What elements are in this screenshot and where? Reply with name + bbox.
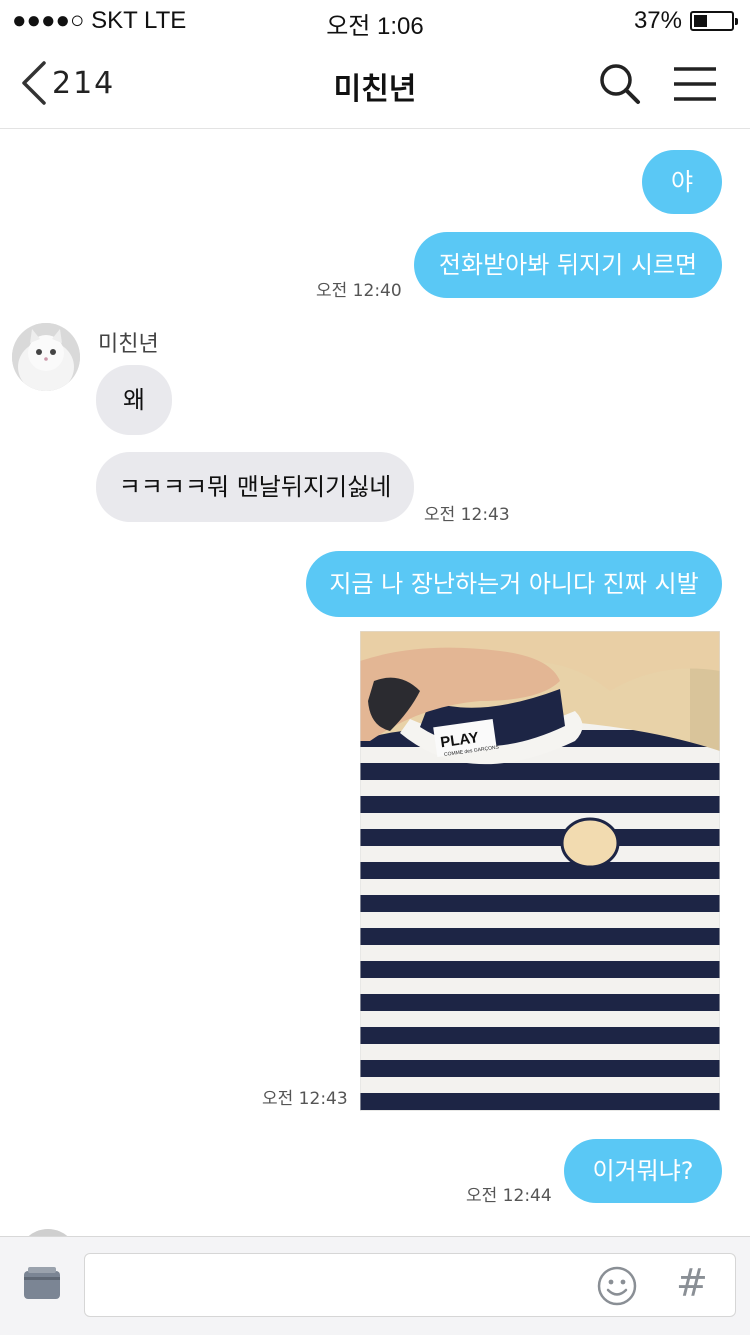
message-timestamp: 오전 12:40 xyxy=(316,281,402,301)
message-timestamp: 오전 12:43 xyxy=(424,505,510,525)
hashtag-button[interactable]: # xyxy=(676,1261,708,1305)
message-bubble-incoming[interactable]: ㅋㅋㅋㅋ뭐 맨날뒤지기싫네 xyxy=(96,452,414,522)
message-bubble-outgoing[interactable]: 지금 나 장난하는거 아니다 진짜 시발 xyxy=(306,551,722,617)
avatar[interactable] xyxy=(12,323,80,391)
message-input-bar: # xyxy=(0,1236,750,1335)
chat-header: 214 미친년 xyxy=(0,40,750,129)
battery-fill xyxy=(694,15,707,27)
battery-status: 37% xyxy=(633,7,738,35)
status-bar: ●●●●○ SKT LTE 오전 1:06 37% xyxy=(0,0,750,40)
battery-percent: 37% xyxy=(633,7,682,34)
menu-button[interactable] xyxy=(672,66,718,106)
message-timestamp: 오전 12:43 xyxy=(262,1089,348,1109)
message-list[interactable]: 야 전화받아봐 뒤지기 시르면 오전 12:40 미친년 왜 ㅋㅋㅋㅋ뭐 맨날뒤… xyxy=(0,129,750,1236)
hamburger-menu-icon xyxy=(674,67,716,101)
sender-name: 미친년 xyxy=(98,332,159,357)
message-bubble-incoming[interactable]: 왜 xyxy=(96,365,172,435)
avatar[interactable] xyxy=(18,1229,78,1236)
search-icon xyxy=(600,64,640,104)
message-input[interactable] xyxy=(84,1253,736,1317)
message-bubble-outgoing[interactable]: 전화받아봐 뒤지기 시르면 xyxy=(414,232,722,298)
message-timestamp: 오전 12:44 xyxy=(466,1186,552,1206)
folder-icon xyxy=(24,1267,60,1299)
search-button[interactable] xyxy=(598,62,642,110)
smiley-icon xyxy=(597,1266,637,1306)
emoji-button[interactable] xyxy=(596,1265,638,1311)
battery-icon xyxy=(690,11,738,31)
photo-message[interactable]: PLAY COMME des GARÇONS xyxy=(360,631,720,1111)
message-bubble-outgoing[interactable]: 야 xyxy=(642,150,722,214)
message-bubble-outgoing[interactable]: 이거뭐냐? xyxy=(564,1139,722,1203)
cat-avatar-image xyxy=(12,323,80,391)
attach-button[interactable] xyxy=(22,1267,62,1305)
striped-shirt-photo: PLAY COMME des GARÇONS xyxy=(360,631,720,1111)
